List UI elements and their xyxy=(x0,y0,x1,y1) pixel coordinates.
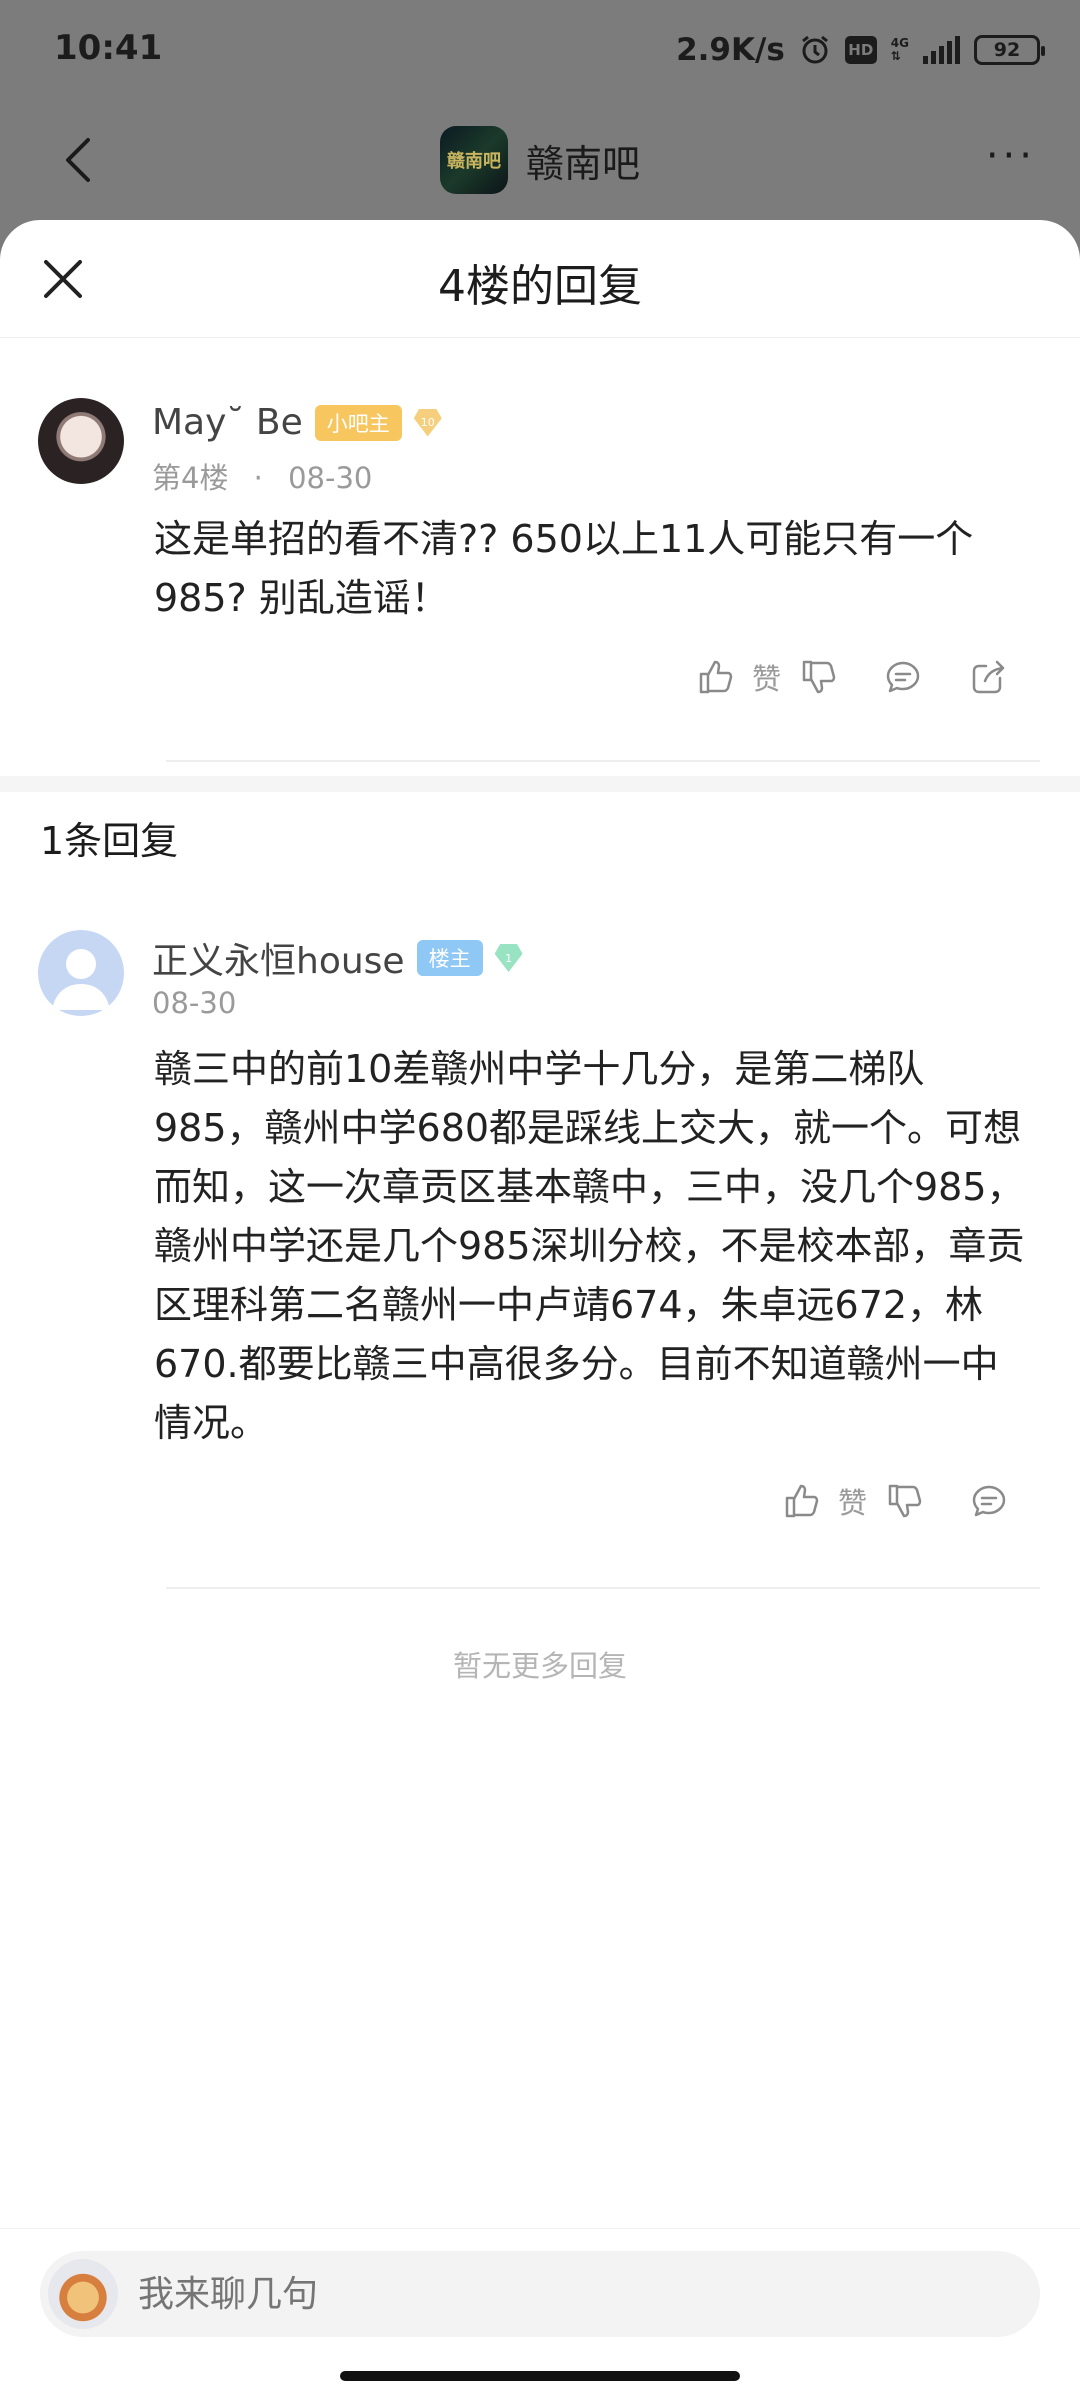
post-meta: 第4楼 · 08-30 xyxy=(152,455,372,497)
battery-level: 92 xyxy=(993,39,1021,61)
status-bar: 10:41 2.9K/s HD 4G ⇅ 92 xyxy=(0,0,1080,100)
share-icon[interactable] xyxy=(969,657,1009,697)
user-avatar[interactable] xyxy=(48,2259,118,2329)
reply-user-row: 正义永恒house 楼主 1 xyxy=(152,932,523,984)
moderator-badge: 小吧主 xyxy=(314,404,402,441)
data-arrows-icon: ⇅ xyxy=(890,49,901,63)
sheet-title: 4楼的回复 xyxy=(438,261,642,312)
post-actions: 赞 xyxy=(696,656,1009,698)
back-icon[interactable] xyxy=(52,130,112,190)
thumbs-up-icon[interactable] xyxy=(782,1481,822,1521)
avatar[interactable] xyxy=(38,930,124,1016)
reply-sheet: 4楼的回复 May˘ Be 小吧主 10 第4楼 · 08-30 这是单招的看不… xyxy=(0,220,1080,2400)
signal-icon xyxy=(923,36,960,64)
status-time: 10:41 xyxy=(54,28,163,68)
background-app: 10:41 2.9K/s HD 4G ⇅ 92 赣南吧 赣南吧 ··· xyxy=(0,0,1080,240)
more-icon[interactable]: ··· xyxy=(986,136,1036,176)
floor-number: 第4楼 xyxy=(152,461,229,495)
status-indicators: 2.9K/s HD 4G ⇅ 92 xyxy=(676,28,1045,72)
thumbs-up-icon[interactable] xyxy=(696,657,736,697)
post-user-row: May˘ Be 小吧主 10 xyxy=(152,402,442,443)
net-speed: 2.9K/s xyxy=(676,32,785,68)
post-content: 这是单招的看不清?? 650以上11人可能只有一个985? 别乱造谣！ xyxy=(154,517,974,620)
hd-icon: HD xyxy=(844,36,877,64)
username[interactable]: May˘ Be xyxy=(152,402,303,443)
comment-input-container[interactable] xyxy=(40,2251,1040,2337)
thumbs-down-icon[interactable] xyxy=(885,1481,925,1521)
divider xyxy=(166,1587,1040,1589)
comment-input[interactable] xyxy=(138,2273,998,2315)
reply-content: 赣三中的前10差赣州中学十几分，是第二梯队985，赣州中学680都是踩线上交大，… xyxy=(154,1047,1025,1445)
forum-name: 赣南吧 xyxy=(526,141,641,186)
sheet-header: 4楼的回复 xyxy=(0,220,1080,338)
op-badge: 楼主 xyxy=(416,940,483,976)
like-label[interactable]: 赞 xyxy=(838,1480,867,1522)
meta-separator: · xyxy=(253,461,263,495)
home-indicator[interactable] xyxy=(340,2371,740,2381)
reply-count-title: 1条回复 xyxy=(40,819,179,863)
reply-actions: 赞 xyxy=(782,1480,1009,1522)
comment-icon[interactable] xyxy=(969,1481,1009,1521)
reply-date: 08-30 xyxy=(152,986,237,1020)
level-badge-icon: 1 xyxy=(494,944,523,972)
comment-icon[interactable] xyxy=(883,657,923,697)
like-label[interactable]: 赞 xyxy=(752,656,781,698)
post-date: 08-30 xyxy=(288,461,373,495)
top-nav: 赣南吧 赣南吧 ··· xyxy=(0,110,1080,210)
divider xyxy=(166,760,1040,762)
level-badge-icon: 10 xyxy=(413,408,442,437)
battery-icon: 92 xyxy=(974,35,1045,65)
no-more-replies: 暂无更多回复 xyxy=(452,1649,627,1683)
section-divider xyxy=(0,776,1080,792)
thumbs-down-icon[interactable] xyxy=(799,657,839,697)
forum-title[interactable]: 赣南吧 赣南吧 xyxy=(440,120,640,200)
username[interactable]: 正义永恒house xyxy=(152,932,405,984)
avatar[interactable] xyxy=(38,398,124,484)
alarm-icon xyxy=(799,34,831,66)
forum-avatar: 赣南吧 xyxy=(440,126,508,194)
network-type: 4G ⇅ xyxy=(891,37,909,63)
